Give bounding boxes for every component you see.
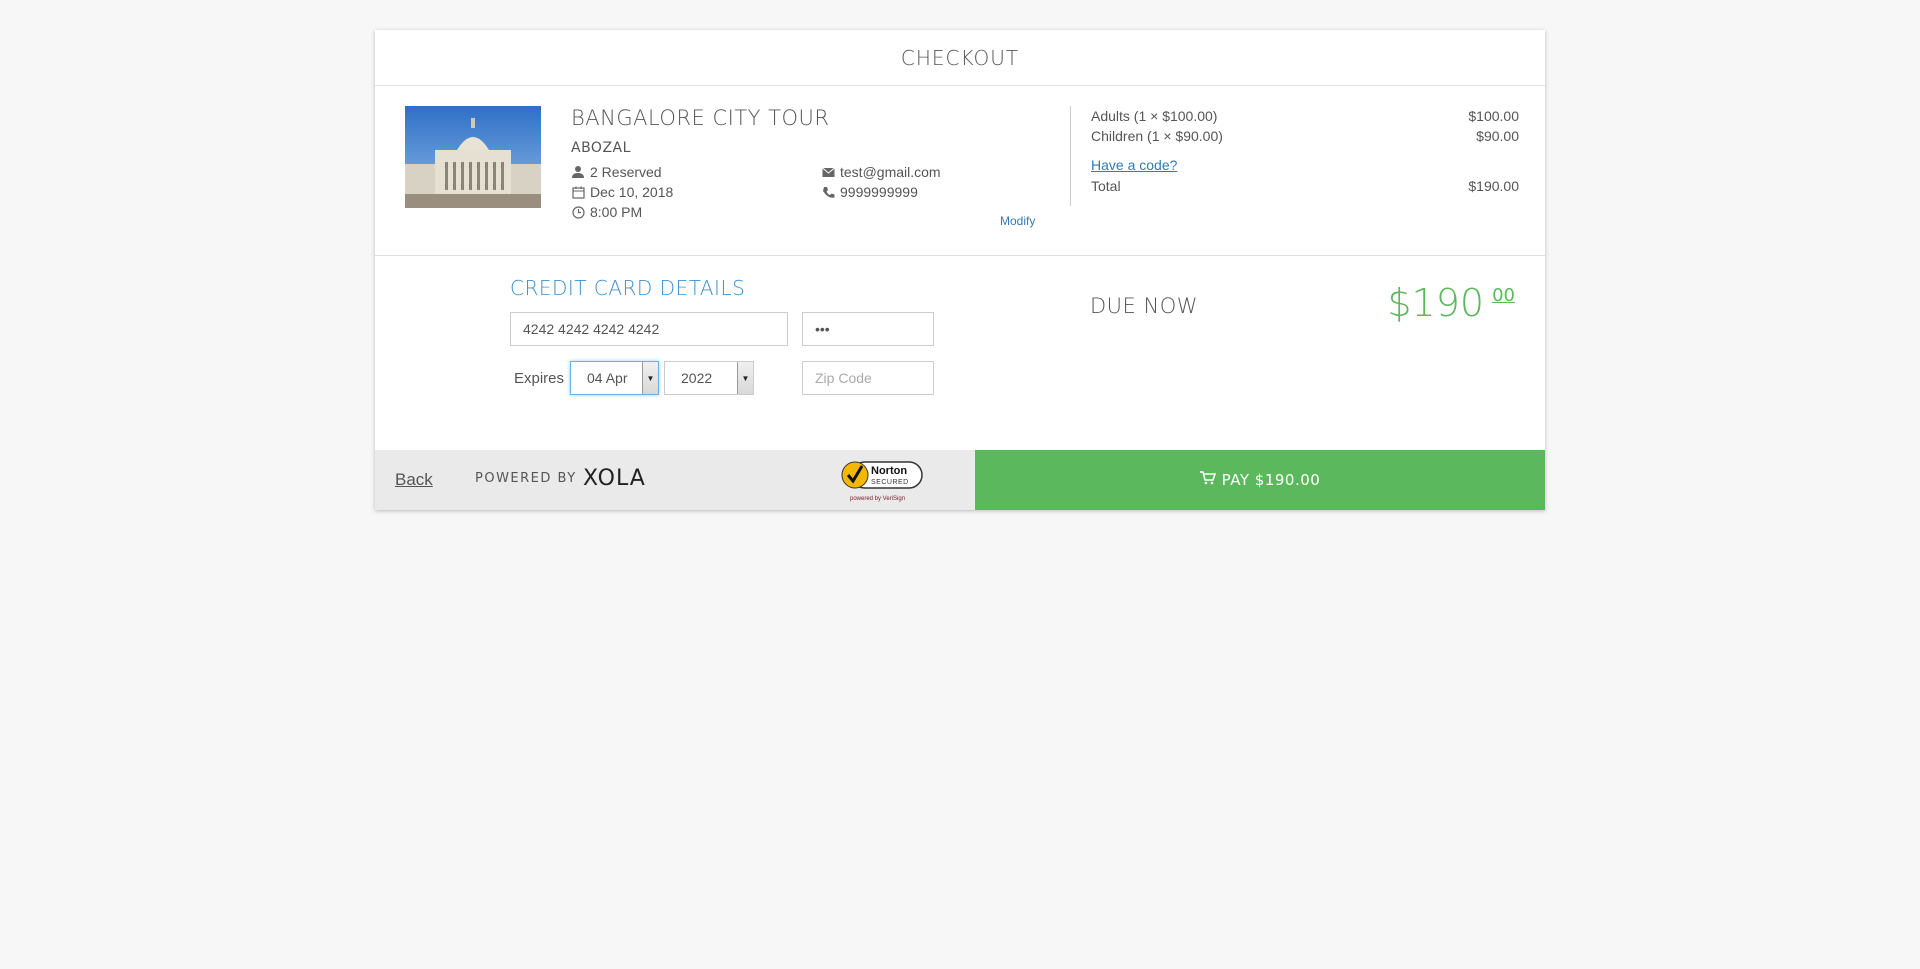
reserved-text: 2 Reserved <box>590 164 662 180</box>
footer-left: Back POWERED BY XOLA Norton SECURED powe… <box>375 450 975 510</box>
seller-name: ABOZAL <box>571 140 631 156</box>
norton-badge: Norton SECURED powered by VeriSign <box>840 458 926 504</box>
expiry-year-value: 2022 <box>681 370 713 386</box>
cart-icon <box>1199 471 1216 489</box>
norton-powered: powered by VeriSign <box>850 496 905 502</box>
tour-title: BANGALORE CITY TOUR <box>571 106 830 130</box>
adults-row: Adults (1 × $100.00) $100.00 <box>1091 108 1519 124</box>
adults-amount: $100.00 <box>1468 108 1519 124</box>
user-icon <box>571 165 585 179</box>
time-text: 8:00 PM <box>590 204 643 220</box>
envelope-icon <box>821 165 835 179</box>
credit-card-title: CREDIT CARD DETAILS <box>510 276 746 300</box>
due-amount: $190 00 <box>1387 281 1515 325</box>
cvv-input[interactable]: ••• <box>802 312 934 346</box>
date-info: Dec 10, 2018 <box>571 184 673 200</box>
expiry-month-select[interactable]: 04 Apr ▼ <box>570 361 659 395</box>
phone-info: 9999999999 <box>821 184 918 200</box>
pay-button[interactable]: PAY $190.00 <box>975 450 1545 510</box>
due-now-label: DUE NOW <box>1090 294 1198 318</box>
children-label: Children (1 × $90.00) <box>1091 128 1223 144</box>
clock-icon <box>571 205 585 219</box>
zip-code-input[interactable]: Zip Code <box>802 361 934 395</box>
checkout-modal: CHECKOUT BANGALORE CITY TOUR ABOZAL 2 Re… <box>375 30 1545 510</box>
children-row: Children (1 × $90.00) $90.00 <box>1091 128 1519 144</box>
expiry-month-value: 04 Apr <box>587 370 628 386</box>
booking-summary: BANGALORE CITY TOUR ABOZAL 2 Reserved De… <box>375 86 1545 256</box>
expires-label: Expires <box>514 370 565 387</box>
time-info: 8:00 PM <box>571 204 642 220</box>
expiry-year-select[interactable]: 2022 ▼ <box>664 361 754 395</box>
email-text: test@gmail.com <box>840 164 941 180</box>
have-code-link[interactable]: Have a code? <box>1091 157 1177 173</box>
date-text: Dec 10, 2018 <box>590 184 674 200</box>
total-label: Total <box>1091 178 1121 194</box>
payment-section: CREDIT CARD DETAILS 4242 4242 4242 4242 … <box>375 256 1545 450</box>
norton-secured: SECURED <box>871 479 909 486</box>
powered-by-label: POWERED BY <box>475 471 577 486</box>
xola-logo: XOLA <box>583 466 646 491</box>
checkout-title: CHECKOUT <box>375 30 1545 86</box>
reserved-info: 2 Reserved <box>571 164 662 180</box>
pay-button-label: PAY $190.00 <box>1221 471 1321 489</box>
phone-text: 9999999999 <box>840 184 918 200</box>
email-info: test@gmail.com <box>821 164 941 180</box>
chevron-down-icon[interactable]: ▼ <box>642 362 658 394</box>
card-number-input[interactable]: 4242 4242 4242 4242 <box>510 312 788 346</box>
due-amount-cents: 00 <box>1492 285 1515 306</box>
chevron-down-icon[interactable]: ▼ <box>737 362 753 394</box>
phone-icon <box>821 185 835 199</box>
due-amount-whole: $190 <box>1387 281 1485 325</box>
total-amount: $190.00 <box>1468 178 1519 194</box>
children-amount: $90.00 <box>1476 128 1519 144</box>
checkout-footer: Back POWERED BY XOLA Norton SECURED powe… <box>375 450 1545 510</box>
norton-name: Norton <box>871 465 907 477</box>
tour-image <box>405 106 541 208</box>
xola-logo-text: XOLA <box>583 466 646 491</box>
calendar-icon <box>571 185 585 199</box>
summary-divider <box>1070 106 1071 206</box>
adults-label: Adults (1 × $100.00) <box>1091 108 1218 124</box>
back-link[interactable]: Back <box>395 470 433 490</box>
modify-link[interactable]: Modify <box>1000 214 1035 228</box>
total-row: Total $190.00 <box>1091 178 1519 194</box>
